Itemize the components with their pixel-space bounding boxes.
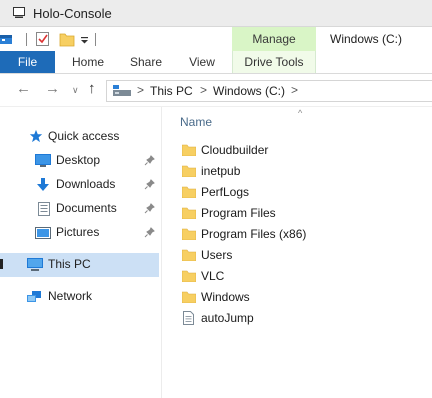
file-row-autojump[interactable]: autoJump	[162, 309, 432, 330]
location-title: Windows (C:)	[330, 32, 403, 46]
nav-label: Downloads	[56, 177, 116, 191]
file-row-inetpub[interactable]: inetpub	[162, 162, 432, 183]
breadcrumb-windows-c[interactable]: Windows (C:)	[213, 84, 285, 98]
folder-icon	[182, 144, 196, 156]
sort-ascending-icon: ^	[298, 108, 303, 118]
address-field[interactable]: > This PC > Windows (C:) >	[106, 80, 432, 102]
folder-icon	[182, 165, 196, 177]
nav-label: Network	[48, 289, 93, 303]
this-pc-icon	[113, 85, 131, 96]
file-name: Program Files	[201, 206, 276, 220]
ribbon-tabs: File Home Share View Drive Tools	[0, 51, 432, 74]
file-name: PerfLogs	[201, 185, 250, 199]
breadcrumb-separator: >	[200, 83, 208, 97]
address-bar: ← → ∨ ↑ > This PC > Windows (C:) >	[0, 74, 432, 107]
manage-label: Manage	[252, 32, 296, 46]
folder-icon	[182, 291, 196, 303]
pictures-icon	[35, 227, 51, 239]
file-name: Cloudbuilder	[201, 143, 269, 157]
pin-icon[interactable]	[144, 227, 155, 238]
nav-item-network[interactable]: Network	[0, 285, 159, 309]
window-title: Holo-Console	[33, 6, 112, 21]
explorer-window: Holo-Console Manage Windows (C:) File Ho…	[0, 0, 432, 398]
nav-label: Quick access	[48, 129, 120, 143]
file-row-windows[interactable]: Windows	[162, 288, 432, 309]
recent-locations-chevron-icon[interactable]: ∨	[72, 85, 79, 96]
file-row-program-files[interactable]: Program Files	[162, 204, 432, 225]
file-row-cloudbuilder[interactable]: Cloudbuilder	[162, 141, 432, 162]
file-list: Name ^ Cloudbuilder inetpub PerfLogs Pro…	[162, 107, 432, 398]
folder-icon	[182, 270, 196, 282]
nav-item-this-pc[interactable]: This PC	[0, 253, 159, 277]
pin-icon[interactable]	[144, 179, 155, 190]
file-name: inetpub	[201, 164, 241, 178]
forward-arrow-icon[interactable]: →	[45, 80, 60, 97]
window-edge-marker	[0, 259, 3, 269]
computer-icon	[27, 258, 43, 271]
nav-label: Documents	[56, 201, 117, 215]
documents-icon	[38, 202, 50, 216]
up-arrow-icon[interactable]: ↑	[88, 80, 96, 97]
folder-icon	[182, 228, 196, 240]
desktop-icon	[35, 154, 51, 167]
breadcrumb-separator: >	[137, 83, 145, 97]
checkmark-icon[interactable]	[35, 31, 51, 47]
folder-icon	[182, 249, 196, 261]
file-name: autoJump	[201, 311, 254, 325]
navigation-pane: Quick access Desktop Downloads Documents…	[0, 107, 162, 398]
customize-dropdown-icon[interactable]	[80, 31, 90, 47]
breadcrumb-this-pc[interactable]: This PC	[150, 84, 193, 98]
toolbar-separator	[26, 33, 27, 46]
name-column-header[interactable]: Name	[180, 115, 212, 129]
nav-label: Pictures	[56, 225, 100, 239]
nav-item-downloads[interactable]: Downloads	[0, 173, 159, 197]
console-app-icon	[13, 7, 25, 18]
tab-home[interactable]: Home	[62, 51, 114, 73]
nav-item-pictures[interactable]: Pictures	[0, 221, 159, 245]
pin-icon[interactable]	[144, 203, 155, 214]
file-row-users[interactable]: Users	[162, 246, 432, 267]
file-name: Program Files (x86)	[201, 227, 307, 241]
download-arrow-icon	[37, 178, 49, 191]
nav-label: Desktop	[56, 153, 101, 167]
tab-drive-tools[interactable]: Drive Tools	[232, 51, 316, 73]
file-row-perflogs[interactable]: PerfLogs	[162, 183, 432, 204]
file-name: Users	[201, 248, 233, 262]
file-name: VLC	[201, 269, 225, 283]
tab-view[interactable]: View	[178, 51, 226, 73]
nav-item-quick-access[interactable]: Quick access	[0, 125, 159, 149]
nav-label: This PC	[48, 257, 91, 271]
file-name: Windows	[201, 290, 250, 304]
nav-item-desktop[interactable]: Desktop	[0, 149, 159, 173]
tab-share[interactable]: Share	[122, 51, 170, 73]
new-folder-icon[interactable]	[59, 31, 75, 47]
pin-icon[interactable]	[144, 155, 155, 166]
manage-context-group: Manage	[232, 27, 316, 51]
properties-icon[interactable]	[0, 31, 16, 47]
title-bar[interactable]: Holo-Console	[0, 0, 432, 27]
star-icon	[29, 129, 43, 143]
network-icon	[27, 291, 41, 302]
file-row-vlc[interactable]: VLC	[162, 267, 432, 288]
tab-file[interactable]: File	[0, 51, 55, 73]
nav-item-documents[interactable]: Documents	[0, 197, 159, 221]
file-row-program-files-x86[interactable]: Program Files (x86)	[162, 225, 432, 246]
text-file-icon	[183, 311, 194, 325]
breadcrumb-separator: >	[291, 83, 299, 97]
toolbar-separator	[95, 33, 96, 46]
back-arrow-icon[interactable]: ←	[16, 80, 31, 97]
folder-icon	[182, 207, 196, 219]
folder-icon	[182, 186, 196, 198]
